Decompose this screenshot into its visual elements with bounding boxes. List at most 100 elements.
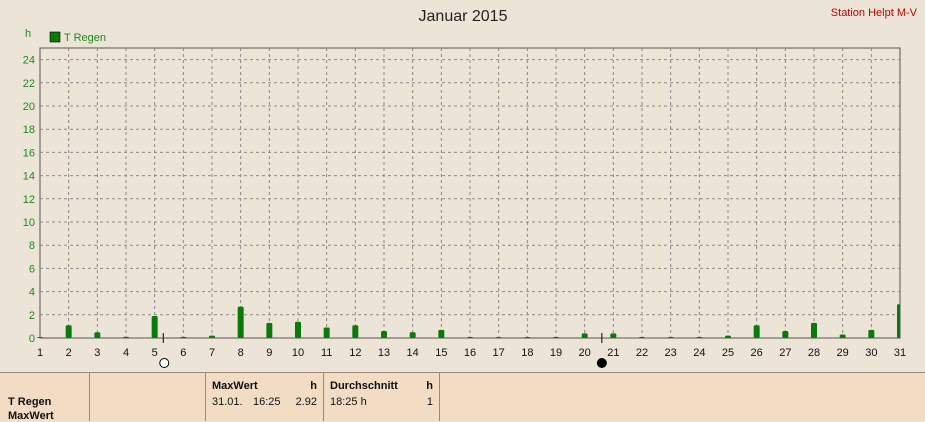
- bar-day-30: [868, 329, 875, 338]
- x-tick-label: 12: [349, 347, 361, 359]
- x-tick-label: 7: [209, 347, 215, 359]
- legend-label: T Regen: [64, 32, 106, 44]
- bar-day-20: [581, 333, 588, 338]
- bar-day-7: [209, 335, 215, 338]
- bar-day-4: [123, 336, 129, 338]
- x-tick-label: 24: [693, 347, 705, 359]
- tick-layer: 1 2 3 4 5 6 7 8 9 10 11 12 13 14 15 16 17 18 19 20 21 22 23 24 2…: [23, 55, 906, 359]
- x-tick-label: 29: [837, 347, 849, 359]
- station-name: Station Helpt M-V: [831, 7, 918, 19]
- rain-chart: Januar 2015 Station Helpt M-V h T Regen …: [23, 7, 918, 368]
- x-tick-label: 30: [865, 347, 877, 359]
- y-axis-label: h: [25, 28, 31, 40]
- bar-day-8: [237, 306, 244, 338]
- bar-day-16: [467, 337, 473, 338]
- bar-day-10: [295, 321, 301, 338]
- avg-time: 18:25 h: [330, 396, 367, 408]
- x-tick-label: 6: [180, 347, 186, 359]
- y-tick-label: 6: [29, 263, 35, 275]
- bar-day-21: [610, 333, 617, 338]
- y-tick-label: 16: [23, 147, 35, 159]
- avg-unit: h: [426, 380, 433, 392]
- bar-day-27: [782, 331, 789, 338]
- avg-header: Durchschnitt: [330, 380, 398, 392]
- y-tick-label: 14: [23, 171, 35, 183]
- max-header: MaxWert: [212, 380, 258, 392]
- x-tick-label: 14: [407, 347, 419, 359]
- bar-day-12: [352, 325, 359, 338]
- bar-day-31: [897, 304, 900, 338]
- info-empty-cell: [90, 373, 206, 421]
- chart-title: Januar 2015: [419, 8, 508, 25]
- x-tick-label: 27: [779, 347, 791, 359]
- x-tick-label: 11: [321, 347, 332, 359]
- y-tick-label: 24: [23, 55, 35, 67]
- x-tick-label: 10: [292, 347, 304, 359]
- x-tick-label: 28: [808, 347, 820, 359]
- y-tick-label: 20: [23, 101, 35, 113]
- x-tick-label: 25: [722, 347, 734, 359]
- y-tick-label: 8: [29, 240, 35, 252]
- bar-day-6: [180, 336, 187, 338]
- x-tick-label: 3: [94, 347, 100, 359]
- x-tick-label: 23: [665, 347, 677, 359]
- y-tick-label: 10: [23, 217, 35, 229]
- bar-day-3: [94, 332, 101, 338]
- x-tick-label: 20: [579, 347, 591, 359]
- x-tick-label: 21: [607, 347, 619, 359]
- bar-day-26: [753, 325, 760, 338]
- bar-day-9: [266, 322, 273, 338]
- bar-day-5: [151, 315, 158, 338]
- bar-day-2: [65, 325, 72, 338]
- x-tick-label: 4: [123, 347, 129, 359]
- bar-layer: [37, 304, 900, 338]
- bar-day-15: [438, 329, 445, 338]
- info-max-cell: MaxWert h 31.01. 16:25 2.92: [206, 373, 324, 421]
- bar-day-18: [524, 337, 531, 338]
- bar-day-14: [409, 332, 416, 338]
- full-moon-icon: [159, 358, 170, 368]
- bar-day-22: [639, 337, 645, 338]
- x-tick-label: 5: [152, 347, 158, 359]
- x-tick-label: 18: [521, 347, 533, 359]
- x-tick-label: 17: [493, 347, 505, 359]
- bar-day-19: [553, 337, 559, 338]
- info-panel: T Regen MaxWert MaxWert h 31.01. 16:25 2…: [0, 372, 925, 422]
- x-tick-label: 1: [37, 347, 43, 359]
- avg-value: 1: [426, 396, 433, 408]
- max-value: 2.92: [295, 396, 317, 408]
- bar-day-25: [725, 335, 731, 338]
- info-series-cell: T Regen MaxWert: [0, 373, 90, 422]
- max-time: 16:25: [253, 396, 281, 408]
- x-tick-label: 15: [435, 347, 447, 359]
- x-tick-label: 13: [378, 347, 390, 359]
- x-tick-label: 2: [66, 347, 72, 359]
- x-tick-label: 16: [464, 347, 476, 359]
- max-unit: h: [310, 380, 317, 392]
- max-date: 31.01.: [212, 396, 243, 408]
- x-tick-label: 19: [550, 347, 562, 359]
- x-tick-label: 31: [894, 347, 906, 359]
- bar-day-28: [811, 322, 817, 338]
- info-avg-cell: Durchschnitt h 18:25 h 1: [324, 373, 440, 421]
- info-row2-label: MaxWert: [8, 410, 54, 422]
- bar-day-11: [323, 327, 330, 338]
- y-tick-label: 2: [29, 310, 35, 322]
- bar-day-29: [839, 334, 846, 338]
- info-series-label: T Regen: [8, 396, 52, 408]
- x-tick-label: 22: [636, 347, 648, 359]
- bar-day-24: [696, 337, 703, 338]
- y-tick-label: 18: [23, 124, 35, 136]
- x-tick-label: 9: [266, 347, 272, 359]
- y-tick-label: 22: [23, 78, 35, 90]
- bar-day-13: [381, 331, 387, 338]
- bar-day-17: [495, 337, 502, 338]
- x-tick-label: 8: [238, 347, 244, 359]
- bar-day-23: [667, 337, 674, 338]
- y-tick-label: 0: [29, 333, 35, 345]
- y-tick-label: 12: [23, 194, 35, 206]
- legend-swatch: [49, 31, 61, 43]
- bar-day-1: [37, 337, 43, 338]
- grid-layer: [40, 48, 900, 338]
- new-moon-icon: [596, 358, 607, 368]
